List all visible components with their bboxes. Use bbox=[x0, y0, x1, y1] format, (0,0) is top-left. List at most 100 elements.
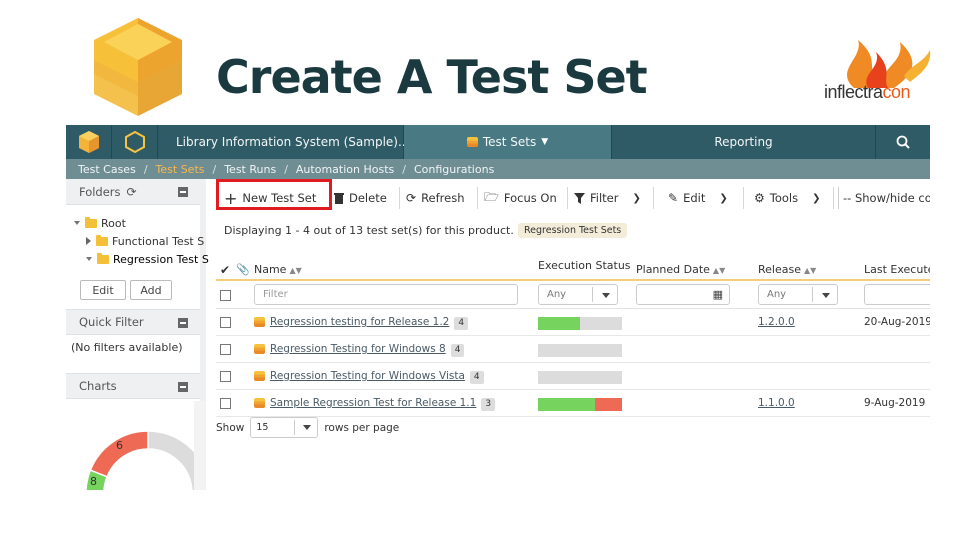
execution-status-bar bbox=[538, 398, 622, 411]
folder-open-icon: 🗁 bbox=[484, 189, 499, 204]
workspace-hex-icon[interactable] bbox=[112, 125, 158, 159]
tree-item-functional[interactable]: Functional Test S bbox=[86, 233, 204, 249]
execution-donut-chart: 68 bbox=[85, 430, 194, 490]
artifact-menu-test-sets[interactable]: Test Sets ▼ bbox=[404, 125, 612, 159]
refresh-button[interactable]: ⟳ Refresh bbox=[406, 187, 478, 209]
project-selector[interactable]: Library Information System (Sample)... ▼ bbox=[158, 125, 421, 159]
name-filter-input[interactable]: Filter bbox=[254, 284, 518, 305]
test-set-icon bbox=[254, 344, 265, 354]
test-case-count-badge: 3 bbox=[481, 398, 496, 411]
test-set-link[interactable]: Regression Testing for Windows Vista bbox=[270, 370, 465, 382]
spira-logo bbox=[92, 18, 184, 118]
quick-filter-empty: (No filters available) bbox=[71, 341, 183, 354]
row-checkbox[interactable] bbox=[220, 398, 231, 409]
subnav-test-cases[interactable]: Test Cases bbox=[78, 163, 136, 176]
left-sidebar: Folders ⟳ Root Functional Test S Regress… bbox=[66, 179, 209, 490]
collapse-icon[interactable] bbox=[178, 187, 188, 197]
trash-icon bbox=[334, 193, 344, 204]
subnav-test-sets[interactable]: Test Sets bbox=[156, 163, 205, 176]
expand-icon[interactable] bbox=[74, 221, 80, 225]
test-set-name-cell: Regression testing for Release 1.2 4 bbox=[254, 316, 469, 330]
pager-show: Show bbox=[216, 421, 245, 434]
top-navbar: Library Information System (Sample)... ▼… bbox=[66, 125, 930, 159]
test-set-icon bbox=[254, 317, 265, 327]
subnav-automation-hosts[interactable]: Automation Hosts bbox=[296, 163, 394, 176]
row-checkbox[interactable] bbox=[220, 317, 231, 328]
planned-date-filter[interactable]: ▦ bbox=[636, 284, 730, 305]
release-link[interactable]: 1.2.0.0 bbox=[758, 316, 795, 328]
folders-title: Folders bbox=[79, 184, 121, 199]
test-set-link[interactable]: Regression Testing for Windows 8 bbox=[270, 343, 446, 355]
row-checkbox[interactable] bbox=[220, 344, 231, 355]
chevron-down-icon[interactable]: ❯ bbox=[632, 193, 640, 204]
release-link[interactable]: 1.1.0.0 bbox=[758, 397, 795, 409]
status-filter-select[interactable]: Any bbox=[538, 284, 618, 305]
col-execution-status[interactable]: Execution Status bbox=[538, 259, 631, 272]
edit-folder-button[interactable]: Edit bbox=[80, 280, 126, 300]
spira-app-window: Library Information System (Sample)... ▼… bbox=[66, 125, 930, 490]
calendar-icon[interactable]: ▦ bbox=[713, 288, 723, 301]
table-row[interactable]: Regression testing for Release 1.2 4 1.2.0… bbox=[216, 309, 930, 336]
table-row[interactable]: Regression Testing for Windows Vista 4 bbox=[216, 363, 930, 390]
col-last-executed[interactable]: Last Executed bbox=[864, 263, 930, 276]
folder-icon bbox=[85, 216, 97, 228]
last-executed-filter[interactable] bbox=[864, 284, 930, 305]
col-planned-date[interactable]: Planned Date ▲▼ bbox=[636, 263, 725, 276]
filter-button[interactable]: Filter ❯ bbox=[574, 187, 654, 209]
col-name[interactable]: Name ▲▼ bbox=[254, 263, 302, 276]
select-all-checkbox[interactable] bbox=[220, 290, 231, 301]
test-case-count-badge: 4 bbox=[450, 344, 465, 357]
show-hide-columns-select[interactable]: -- Show/hide co bbox=[838, 187, 930, 209]
tree-item-regression[interactable]: Regression Test S bbox=[86, 251, 209, 267]
expand-icon[interactable] bbox=[86, 237, 91, 245]
last-executed-cell: 20-Aug-2019 bbox=[864, 316, 930, 328]
charts-header: Charts bbox=[66, 373, 200, 399]
table-row[interactable]: Regression Testing for Windows 8 4 bbox=[216, 336, 930, 363]
reporting-menu[interactable]: Reporting bbox=[612, 125, 876, 159]
test-set-icon bbox=[254, 398, 265, 408]
folder-icon bbox=[96, 234, 108, 246]
gear-icon: ⚙ bbox=[754, 191, 765, 205]
spira-home-icon[interactable] bbox=[66, 125, 112, 159]
failed-segment bbox=[595, 398, 622, 411]
sort-icon[interactable]: ▲▼ bbox=[289, 266, 301, 275]
tools-label: Tools bbox=[769, 191, 799, 205]
test-set-link[interactable]: Sample Regression Test for Release 1.1 bbox=[270, 397, 476, 409]
table-row[interactable]: Sample Regression Test for Release 1.1 3 1… bbox=[216, 390, 930, 417]
subnav-test-runs[interactable]: Test Runs bbox=[224, 163, 276, 176]
showhide-label: -- Show/hide co bbox=[843, 191, 930, 205]
grid-header: ✔ 📎 Name ▲▼ Execution Status Planned Date… bbox=[216, 255, 930, 281]
collapse-icon[interactable] bbox=[178, 318, 188, 328]
rows-per-page-select[interactable]: 15 bbox=[250, 417, 319, 438]
focus-on-button[interactable]: 🗁 Focus On bbox=[484, 187, 568, 209]
tools-button[interactable]: ⚙ Tools ❯ bbox=[754, 187, 834, 209]
project-name: Library Information System (Sample)... bbox=[176, 135, 410, 149]
edit-button[interactable]: ✎ Edit ❯ bbox=[668, 187, 744, 209]
row-checkbox[interactable] bbox=[220, 371, 231, 382]
focus-label: Focus On bbox=[503, 191, 557, 205]
subnav-configurations[interactable]: Configurations bbox=[414, 163, 494, 176]
release-filter-select[interactable]: Any bbox=[758, 284, 838, 305]
inflectracon-logo: inflectracon bbox=[824, 30, 934, 110]
test-set-link[interactable]: Regression testing for Release 1.2 bbox=[270, 316, 449, 328]
search-button[interactable] bbox=[876, 125, 930, 159]
sort-icon[interactable]: ▲▼ bbox=[713, 266, 725, 275]
delete-button[interactable]: Delete bbox=[334, 187, 400, 209]
add-folder-button[interactable]: Add bbox=[130, 280, 172, 300]
checkmark-icon[interactable]: ✔ bbox=[220, 263, 230, 277]
sort-icon[interactable]: ▲▼ bbox=[804, 266, 816, 275]
sidebar-scrollbar[interactable] bbox=[194, 401, 206, 490]
tree-item-root[interactable]: Root bbox=[74, 215, 126, 231]
chevron-down-icon[interactable]: ❯ bbox=[812, 193, 820, 204]
collapse-icon[interactable] bbox=[178, 382, 188, 392]
donut-slice-failed[interactable] bbox=[89, 430, 149, 478]
new-test-set-highlight bbox=[216, 179, 332, 210]
chevron-down-icon[interactable]: ❯ bbox=[719, 193, 727, 204]
pager-rows-label: rows per page bbox=[324, 421, 400, 434]
reporting-label: Reporting bbox=[714, 135, 773, 149]
donut-label-failed: 6 bbox=[116, 439, 123, 452]
expand-icon[interactable] bbox=[86, 257, 92, 261]
refresh-icon[interactable]: ⟳ bbox=[127, 185, 137, 199]
col-release[interactable]: Release ▲▼ bbox=[758, 263, 816, 276]
saved-filter-badge[interactable]: Regression Test Sets bbox=[518, 223, 628, 238]
